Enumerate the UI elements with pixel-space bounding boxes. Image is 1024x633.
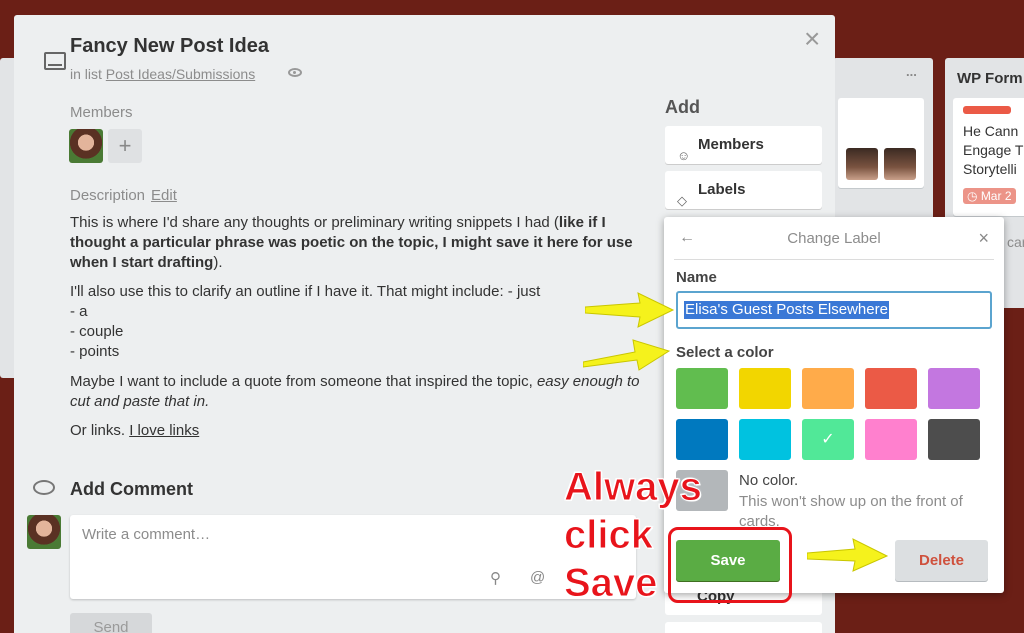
color-swatch[interactable] — [928, 419, 980, 460]
close-icon[interactable]: × — [978, 228, 989, 249]
annotation-arrow — [583, 339, 671, 371]
edit-description-link[interactable]: Edit — [151, 187, 177, 204]
annotation-highlight-ring — [668, 527, 792, 603]
comment-input[interactable]: Write a comment… ⚲ @ — [70, 515, 636, 599]
no-color-description: This won't show up on the front of cards… — [739, 493, 963, 530]
list-link[interactable]: Post Ideas/Submissions — [106, 66, 255, 82]
members-label: Members — [70, 104, 133, 121]
description-text: Maybe I want to include a quote from som… — [70, 373, 537, 390]
person-icon: ☺ — [677, 148, 691, 163]
no-color-title: No color. — [739, 472, 799, 489]
in-list-text: in list Post Ideas/Submissions — [70, 66, 255, 82]
description-paragraph: Or links. I love links — [70, 421, 645, 441]
list-menu-icon[interactable]: ... — [906, 64, 917, 79]
annotation-text: Always — [564, 465, 703, 510]
select-color-label: Select a color — [676, 344, 774, 361]
description-text: Or links. — [70, 422, 130, 439]
color-swatch[interactable]: ✓ — [802, 419, 854, 460]
send-button[interactable]: Send — [70, 613, 152, 633]
card-icon — [44, 52, 66, 70]
annotation-arrow — [807, 538, 889, 572]
color-swatch[interactable] — [928, 368, 980, 409]
background-card[interactable]: He Cann Engage T Storytelli ◷ Mar 2 — [953, 98, 1024, 216]
color-swatch[interactable] — [676, 368, 728, 409]
mention-icon[interactable]: @ — [530, 569, 545, 586]
card-label — [963, 106, 1011, 114]
color-swatch[interactable] — [739, 419, 791, 460]
annotation-text: Save — [563, 561, 658, 606]
avatar — [846, 148, 878, 180]
description-text: I'll also use this to clarify an outline… — [70, 283, 541, 300]
color-swatch[interactable] — [739, 368, 791, 409]
labels-button[interactable]: ◇ Labels — [665, 171, 822, 209]
description-paragraph: This is where I'd share any thoughts or … — [70, 213, 645, 273]
add-member-button[interactable]: + — [108, 129, 142, 163]
popover-title: Change Label — [787, 230, 881, 247]
comment-placeholder: Write a comment… — [82, 526, 211, 543]
selected-input-text: Elisa's Guest Posts Elsewhere — [684, 301, 889, 319]
description-list-line: - a — [70, 303, 88, 320]
avatar — [884, 148, 916, 180]
color-swatch[interactable] — [865, 368, 917, 409]
card-title[interactable]: Fancy New Post Idea — [70, 35, 269, 58]
comment-icon — [33, 480, 55, 495]
members-button[interactable]: ☺ Members — [665, 126, 822, 164]
color-swatch[interactable] — [802, 368, 854, 409]
description-paragraph: I'll also use this to clarify an outline… — [70, 282, 645, 362]
avatar[interactable] — [69, 129, 103, 163]
description-list-line: - points — [70, 343, 120, 360]
tag-icon: ◇ — [677, 193, 687, 208]
add-heading: Add — [665, 97, 700, 117]
add-card-link[interactable]: car — [1007, 234, 1024, 250]
due-date-badge: ◷ Mar 2 — [963, 188, 1016, 204]
delete-button[interactable]: Delete — [895, 540, 988, 581]
description-text: ). — [213, 254, 223, 271]
name-label: Name — [676, 269, 717, 286]
close-icon[interactable]: × — [804, 25, 820, 53]
card-title: He Cann Engage T Storytelli — [963, 123, 1024, 177]
color-swatch[interactable] — [676, 419, 728, 460]
share-button[interactable] — [665, 622, 822, 633]
members-button-label: Members — [698, 136, 764, 153]
labels-button-label: Labels — [698, 181, 746, 198]
annotation-text: click — [564, 513, 654, 558]
attachment-icon[interactable]: ⚲ — [490, 569, 501, 587]
background-card[interactable] — [838, 98, 924, 188]
add-comment-heading: Add Comment — [70, 479, 193, 499]
avatar — [27, 515, 61, 549]
in-list-prefix: in list — [70, 66, 102, 82]
color-swatch[interactable] — [865, 419, 917, 460]
annotation-arrow — [585, 292, 675, 328]
description-list-line: - couple — [70, 323, 124, 340]
description-text: This is where I'd share any thoughts or … — [70, 214, 559, 231]
description-link[interactable]: I love links — [129, 422, 199, 439]
description-label: Description Edit — [70, 187, 177, 204]
list-title[interactable]: WP Form — [957, 70, 1023, 87]
watch-eye-icon[interactable] — [288, 68, 302, 77]
description-heading: Description — [70, 187, 146, 204]
description-paragraph: Maybe I want to include a quote from som… — [70, 372, 645, 412]
divider — [674, 259, 994, 260]
